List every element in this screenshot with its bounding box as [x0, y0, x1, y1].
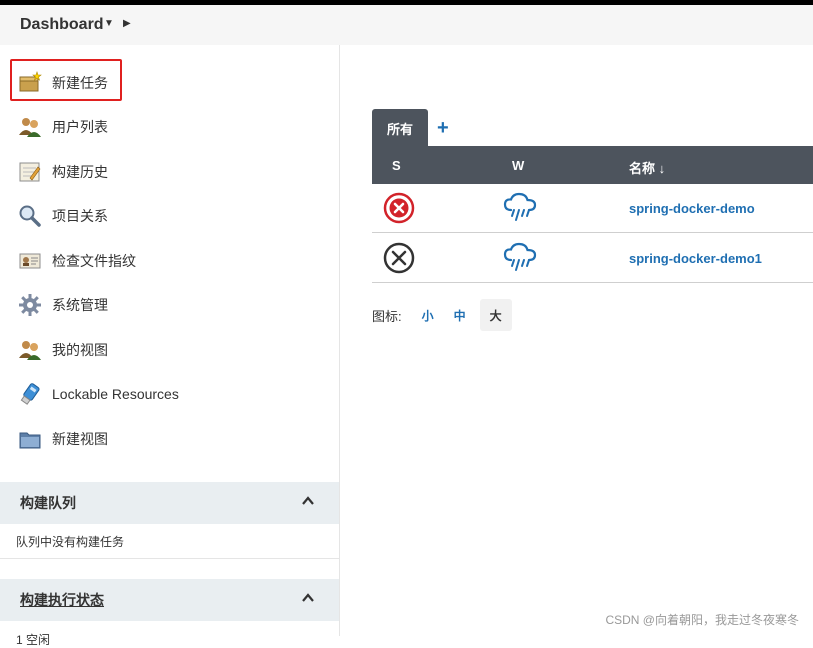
build-queue-header[interactable]: 构建队列: [0, 482, 339, 524]
tab-all[interactable]: 所有: [372, 109, 428, 147]
build-queue-body: 队列中没有构建任务: [0, 524, 339, 559]
table-row: spring-docker-demo1: [372, 234, 813, 283]
sidebar-item-label: Lockable Resources: [52, 386, 179, 402]
chevron-up-icon[interactable]: [301, 494, 315, 508]
column-w[interactable]: W: [512, 158, 524, 173]
sidebar-item-my-views[interactable]: 我的视图: [18, 336, 108, 364]
sidebar-item-label: 我的视图: [52, 342, 108, 358]
chevron-down-icon[interactable]: ▼: [104, 18, 114, 29]
icon-size-selector: 图标: 小 中 大: [372, 299, 512, 331]
icon-size-large[interactable]: 大: [479, 299, 512, 331]
sidebar-item-project-relation[interactable]: 项目关系: [18, 202, 108, 230]
sidebar-item-build-history[interactable]: 构建历史: [18, 158, 108, 186]
sidebar-item-label: 用户列表: [52, 119, 108, 135]
table-header: S W 名称 ↓: [372, 146, 813, 184]
sidebar-item-label: 构建历史: [52, 164, 108, 180]
job-link[interactable]: spring-docker-demo: [629, 201, 755, 216]
build-history-icon: [18, 160, 42, 184]
gear-icon: [18, 293, 42, 317]
job-link[interactable]: spring-docker-demo1: [629, 251, 762, 266]
folder-icon: [18, 427, 42, 451]
add-tab-button[interactable]: +: [437, 117, 449, 140]
search-icon: [18, 204, 42, 228]
executor-status-title[interactable]: 构建执行状态: [20, 590, 104, 610]
fingerprint-icon: [18, 249, 42, 273]
sidebar: 新建任务 用户列表 构建历史 项目关系 检查文件指纹 系统管理 我的视图 Loc…: [0, 45, 340, 647]
build-queue-empty-text: 队列中没有构建任务: [16, 534, 125, 549]
executor-status-text: 1 空闲: [16, 633, 51, 647]
column-s[interactable]: S: [392, 158, 401, 173]
icon-size-label: 图标:: [372, 308, 402, 324]
failed-status-icon: [383, 192, 415, 224]
sidebar-item-label: 检查文件指纹: [52, 253, 136, 269]
rain-weather-icon: [503, 242, 537, 274]
sidebar-item-label: 新建视图: [52, 431, 108, 447]
sidebar-item-users[interactable]: 用户列表: [18, 113, 108, 141]
chevron-up-icon[interactable]: [301, 591, 315, 605]
sidebar-item-label: 新建任务: [52, 75, 108, 91]
not-built-status-icon: [383, 242, 415, 274]
icon-size-small[interactable]: 小: [422, 307, 434, 324]
executor-status-header[interactable]: 构建执行状态: [0, 579, 339, 621]
usb-icon: [18, 382, 42, 406]
breadcrumb: Dashboard ▼ ▶: [0, 5, 813, 45]
sidebar-item-fingerprint[interactable]: 检查文件指纹: [18, 247, 136, 275]
build-queue-title: 构建队列: [20, 495, 76, 511]
rain-weather-icon: [503, 192, 537, 224]
main-content: 所有 + S W 名称 ↓ spring-docker-demo spring-…: [340, 45, 813, 636]
users-icon: [18, 115, 42, 139]
breadcrumb-dashboard[interactable]: Dashboard: [20, 16, 104, 34]
sidebar-item-manage[interactable]: 系统管理: [18, 291, 108, 319]
column-name[interactable]: 名称 ↓: [629, 158, 665, 177]
icon-size-medium[interactable]: 中: [454, 307, 466, 324]
chevron-right-icon: ▶: [123, 18, 131, 29]
watermark: CSDN @向着朝阳，我走过冬夜寒冬: [605, 613, 799, 627]
user-views-icon: [18, 338, 42, 362]
sidebar-item-lockable-resources[interactable]: Lockable Resources: [18, 380, 179, 408]
sidebar-item-new-view[interactable]: 新建视图: [18, 425, 108, 453]
table-row: spring-docker-demo: [372, 184, 813, 233]
sidebar-item-new-job[interactable]: 新建任务: [18, 69, 108, 97]
sidebar-item-label: 项目关系: [52, 208, 108, 224]
sidebar-item-label: 系统管理: [52, 297, 108, 313]
new-job-icon: [18, 71, 42, 95]
